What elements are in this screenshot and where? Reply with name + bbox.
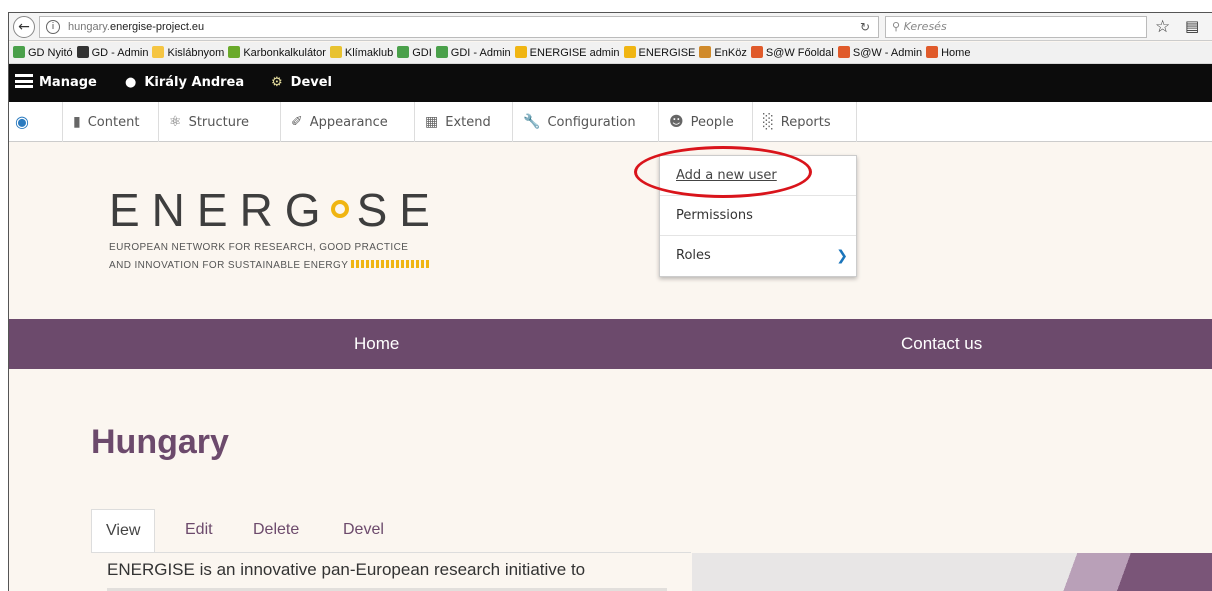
- bookmarks-bar: GD Nyitó GD - Admin Kislábnyom Karbonkalkul…: [9, 42, 1212, 64]
- manage-button[interactable]: Manage: [15, 64, 97, 102]
- bar-chart-icon: ░: [763, 114, 774, 130]
- bookmark-item[interactable]: EnKöz: [699, 42, 747, 63]
- tab-delete[interactable]: Delete: [253, 509, 299, 553]
- bookmark-favicon-icon: [435, 46, 448, 58]
- user-icon: ●: [125, 75, 137, 90]
- bookmark-item[interactable]: S@W - Admin: [837, 42, 923, 63]
- bookmark-item[interactable]: Klímaklub: [329, 42, 394, 63]
- bookmark-item[interactable]: Home: [926, 42, 971, 63]
- sitemap-icon: ⚛: [169, 114, 182, 130]
- bookmark-item[interactable]: S@W Főoldal: [750, 42, 834, 63]
- reload-icon[interactable]: ↻: [860, 17, 870, 37]
- bookmark-favicon-icon: [76, 46, 89, 58]
- bookmark-label: ENERGISE admin: [529, 47, 620, 59]
- paintbrush-icon: ✐: [291, 114, 303, 130]
- bookmark-label: GDI - Admin: [450, 47, 511, 59]
- bookmark-item[interactable]: GD Nyitó: [13, 42, 73, 63]
- toolbar-configuration[interactable]: 🔧 Configuration: [513, 102, 659, 142]
- logo-wordmark: ENERG SE: [109, 184, 442, 236]
- search-input[interactable]: ⚲ Keresés: [885, 16, 1147, 38]
- toolbar-reports[interactable]: ░ Reports: [753, 102, 857, 142]
- info-icon[interactable]: i: [46, 20, 60, 34]
- bookmark-favicon-icon: [699, 46, 712, 58]
- bookmark-favicon-icon: [13, 46, 25, 58]
- europe-map-image: [692, 553, 1212, 591]
- bookmark-label: Home: [941, 47, 971, 59]
- drupal-drop-icon: ◉: [15, 112, 29, 131]
- lightbulb-icon: [330, 200, 349, 218]
- url-text: hungary.energise-project.eu: [68, 21, 205, 33]
- tab-divider: [91, 552, 691, 553]
- drupal-home-button[interactable]: ◉: [9, 102, 63, 142]
- address-field[interactable]: i hungary.energise-project.eu ↻: [39, 16, 879, 38]
- bookmark-favicon-icon: [514, 46, 527, 58]
- bookmark-item[interactable]: GDI: [397, 42, 432, 63]
- body-text: ENERGISE is an innovative pan-European r…: [107, 560, 586, 579]
- page-title: Hungary: [91, 423, 229, 461]
- menu-roles[interactable]: Roles ❯: [660, 236, 856, 276]
- bookmark-label: S@W Főoldal: [765, 47, 834, 59]
- toolbar-content[interactable]: ▮ Content: [63, 102, 159, 142]
- bookmark-item[interactable]: ENERGISE: [623, 42, 696, 63]
- tab-devel[interactable]: Devel: [343, 509, 384, 553]
- admin-toolbar: ◉ ▮ Content ⚛ Structure ✐ Appearance ▦ Exten…: [9, 102, 1212, 142]
- admin-bar: Manage ● Király Andrea ⚙ Devel: [9, 64, 1212, 102]
- bookmark-star-icon[interactable]: ☆: [1155, 17, 1170, 37]
- bookmark-item[interactable]: GD - Admin: [76, 42, 149, 63]
- nav-home[interactable]: Home: [354, 319, 399, 369]
- tab-edit[interactable]: Edit: [185, 509, 213, 553]
- back-button[interactable]: ←: [13, 16, 35, 38]
- bookmark-favicon-icon: [152, 46, 165, 58]
- bookmark-item[interactable]: Kislábnyom: [152, 42, 225, 63]
- bookmarks-library-icon[interactable]: ▤: [1185, 17, 1199, 35]
- bookmark-label: ENERGISE: [638, 47, 696, 59]
- file-icon: ▮: [73, 114, 81, 130]
- main-navigation: Home Contact us: [9, 319, 1212, 369]
- bookmark-favicon-icon: [837, 46, 850, 58]
- people-icon: ☻: [669, 114, 684, 130]
- toolbar-extend[interactable]: ▦ Extend: [415, 102, 513, 142]
- toolbar-people[interactable]: ☻ People: [659, 102, 753, 142]
- toolbar-appearance[interactable]: ✐ Appearance: [281, 102, 415, 142]
- gear-icon: ⚙: [271, 75, 283, 90]
- browser-window: ← i hungary.energise-project.eu ↻ ⚲ Kere…: [8, 12, 1212, 591]
- bookmark-favicon-icon: [623, 46, 636, 58]
- bookmark-favicon-icon: [397, 46, 410, 58]
- bookmark-label: GD - Admin: [91, 47, 149, 59]
- bookmark-favicon-icon: [750, 46, 763, 58]
- bookmark-item[interactable]: Karbonkalkulátor: [228, 42, 326, 63]
- toolbar-structure[interactable]: ⚛ Structure: [159, 102, 281, 142]
- energise-logo[interactable]: ENERG SE EUROPEAN NETWORK FOR RESEARCH, G…: [109, 183, 442, 275]
- tab-view[interactable]: View: [91, 509, 156, 553]
- puzzle-icon: ▦: [425, 114, 439, 130]
- chevron-right-icon: ❯: [836, 248, 848, 264]
- bookmark-label: GDI: [412, 47, 432, 59]
- logo-bars: [351, 260, 432, 268]
- devel-menu[interactable]: ⚙ Devel: [271, 64, 332, 102]
- wrench-icon: 🔧: [523, 114, 541, 130]
- logo-subtitle: EUROPEAN NETWORK FOR RESEARCH, GOOD PRAC…: [109, 239, 442, 275]
- bookmark-favicon-icon: [329, 46, 342, 58]
- nav-contact[interactable]: Contact us: [901, 319, 982, 369]
- bookmark-label: S@W - Admin: [852, 47, 923, 59]
- search-placeholder: Keresés: [903, 20, 947, 33]
- menu-roles-label: Roles: [676, 248, 711, 263]
- bookmark-label: Klímaklub: [344, 47, 394, 59]
- hamburger-icon: [15, 74, 33, 88]
- user-menu[interactable]: ● Király Andrea: [125, 64, 244, 102]
- bookmark-favicon-icon: [228, 46, 241, 58]
- bookmark-favicon-icon: [926, 46, 939, 58]
- bookmark-label: GD Nyitó: [28, 47, 73, 59]
- bookmark-label: Karbonkalkulátor: [243, 47, 326, 59]
- url-bar: ← i hungary.energise-project.eu ↻ ⚲ Kere…: [9, 13, 1212, 41]
- bookmark-item[interactable]: ENERGISE admin: [514, 42, 620, 63]
- bookmark-label: EnKöz: [714, 47, 747, 59]
- menu-permissions[interactable]: Permissions: [660, 196, 856, 236]
- bookmark-label: Kislábnyom: [167, 47, 225, 59]
- highlight-circle: [634, 146, 812, 198]
- bookmark-item[interactable]: GDI - Admin: [435, 42, 511, 63]
